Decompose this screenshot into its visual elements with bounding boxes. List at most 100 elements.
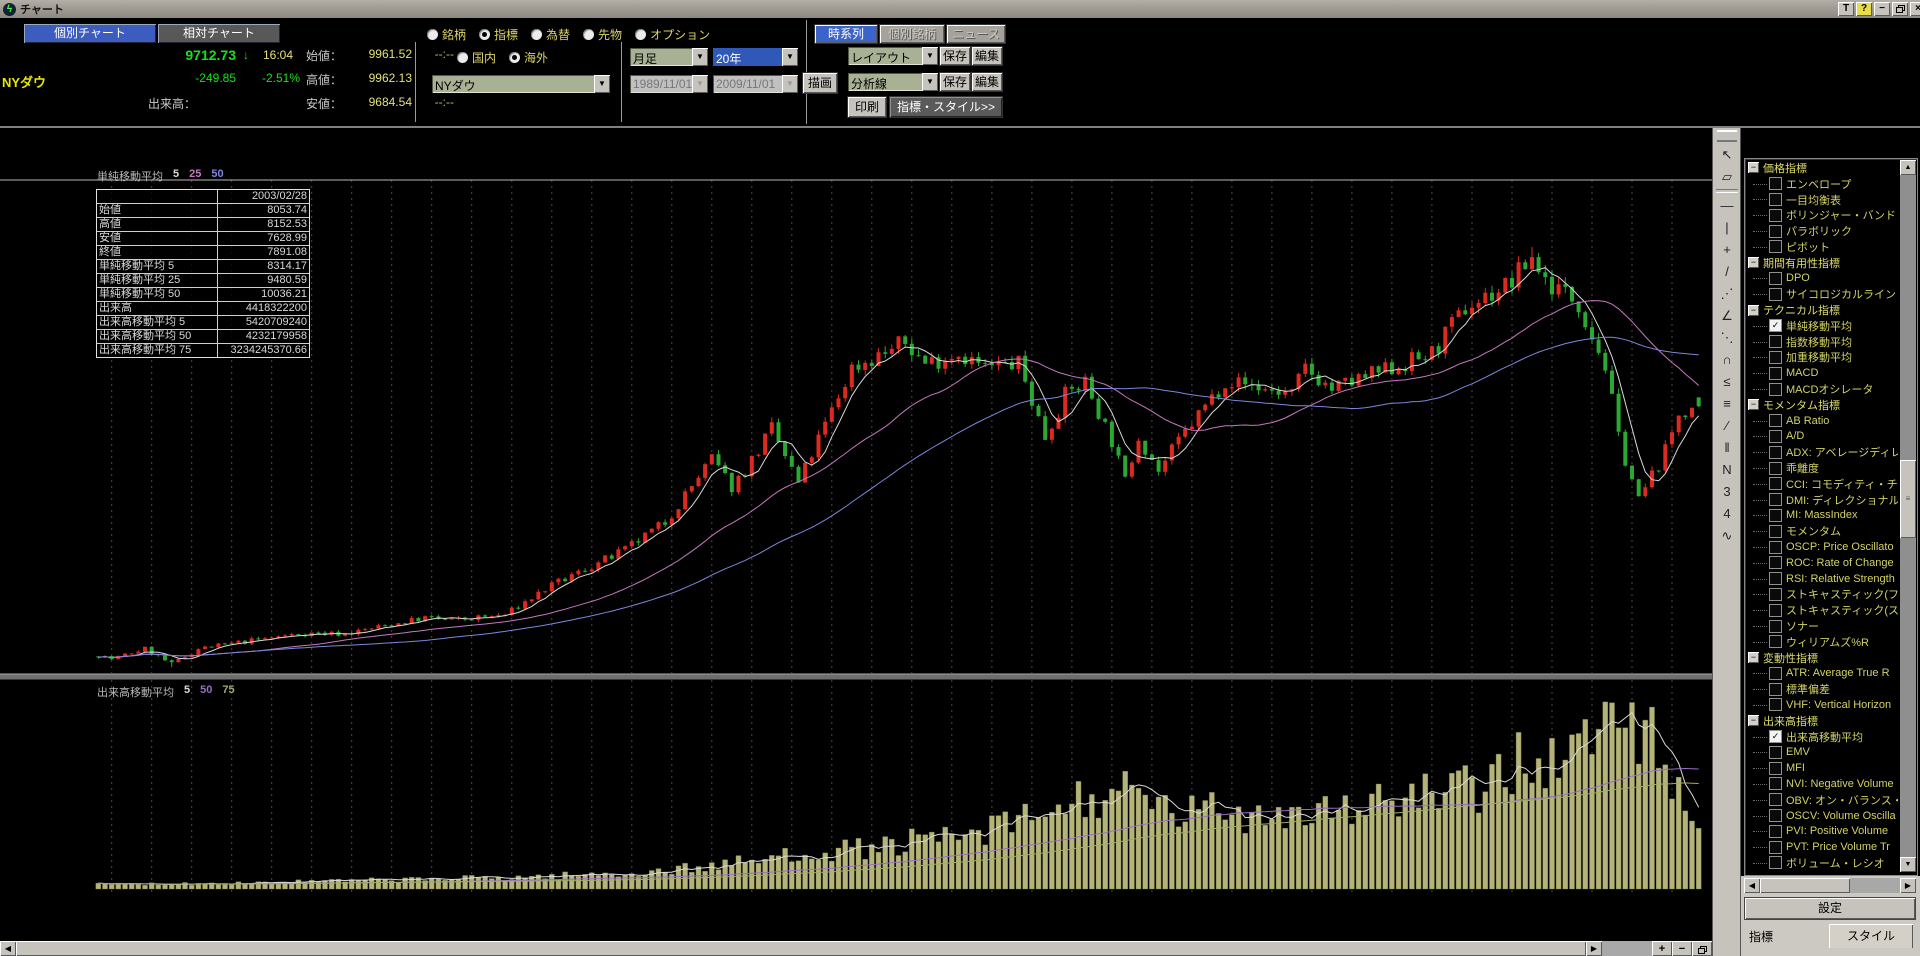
indicator-group-0[interactable]: −価格指標: [1746, 160, 1898, 176]
collapse-icon[interactable]: −: [1748, 162, 1759, 173]
draw-button[interactable]: 描画: [803, 73, 837, 93]
indicator-checkbox[interactable]: [1769, 809, 1782, 822]
indicator-checkbox[interactable]: [1769, 777, 1782, 790]
scroll-down-icon[interactable]: ▼: [1900, 857, 1916, 872]
chevron-down-icon[interactable]: ▼: [692, 48, 708, 66]
tab-style[interactable]: スタイル: [1829, 924, 1913, 948]
indicator-item[interactable]: 標準偏差: [1746, 681, 1898, 697]
indicator-checkbox[interactable]: [1769, 572, 1782, 585]
analysis-edit-button[interactable]: 編集: [972, 73, 1002, 91]
indicator-item[interactable]: DPO: [1746, 271, 1898, 287]
print-button[interactable]: 印刷: [848, 97, 886, 117]
indicator-group-2[interactable]: −テクニカル指標: [1746, 302, 1898, 318]
indicator-checkbox[interactable]: [1769, 225, 1782, 238]
collapse-icon[interactable]: −: [1748, 257, 1759, 268]
analysis-save-button[interactable]: 保存: [940, 73, 970, 91]
indicator-group-4[interactable]: −変動性指標: [1746, 650, 1898, 666]
radio-icon[interactable]: [635, 29, 646, 40]
collapse-icon[interactable]: −: [1748, 305, 1759, 316]
indicator-checkbox[interactable]: [1769, 446, 1782, 459]
parallel-channel-tool-icon[interactable]: ‖: [1716, 437, 1738, 458]
close-button[interactable]: ×: [1910, 2, 1920, 16]
indicator-checkbox[interactable]: [1769, 288, 1782, 301]
indicator-item[interactable]: ストキャスティック(ファ: [1746, 587, 1898, 603]
indicator-checkbox[interactable]: [1769, 541, 1782, 554]
indicator-item[interactable]: OSCP: Price Oscillato: [1746, 539, 1898, 555]
indicator-checkbox[interactable]: [1769, 620, 1782, 633]
indicator-checkbox[interactable]: [1769, 272, 1782, 285]
indicator-checkbox[interactable]: [1769, 525, 1782, 538]
minimize-button[interactable]: −: [1874, 2, 1890, 16]
layout-edit-button[interactable]: 編集: [972, 47, 1002, 65]
indicator-group-1[interactable]: −期間有用性指標: [1746, 255, 1898, 271]
indicator-group-5[interactable]: −出来高指標: [1746, 713, 1898, 729]
category-radio-options[interactable]: オプション: [635, 26, 710, 43]
scrollbar-thumb[interactable]: [1760, 878, 1850, 893]
indicator-item[interactable]: ボリンジャー・バンド: [1746, 207, 1898, 223]
chevron-down-icon[interactable]: ▼: [922, 47, 938, 65]
collapse-icon[interactable]: −: [1748, 399, 1759, 410]
scroll-right-icon[interactable]: ▶: [1900, 878, 1916, 893]
radio-icon[interactable]: [531, 29, 542, 40]
indicator-checkbox[interactable]: [1769, 414, 1782, 427]
date-to-select[interactable]: 2009/11/01 ▼: [713, 75, 798, 93]
indicator-checkbox[interactable]: [1769, 509, 1782, 522]
speed-resistance-tool-icon[interactable]: ≤: [1716, 371, 1738, 392]
indicator-item[interactable]: EMV: [1746, 744, 1898, 760]
region-radio-overseas[interactable]: 海外: [509, 49, 548, 66]
radio-icon[interactable]: [457, 52, 468, 63]
scrollbar-thumb[interactable]: ≡: [1900, 460, 1916, 538]
indicator-checkbox[interactable]: [1769, 430, 1782, 443]
indicator-checkbox[interactable]: [1769, 635, 1782, 648]
three-point-channel-tool-icon[interactable]: 3: [1716, 481, 1738, 502]
vertical-line-tool-icon[interactable]: |: [1716, 217, 1738, 238]
indicator-checkbox[interactable]: [1769, 683, 1782, 696]
fan-line-tool-icon[interactable]: ⋰: [1716, 283, 1738, 304]
range-select[interactable]: 20年 ▼: [713, 48, 798, 66]
tree-vertical-scrollbar[interactable]: ▲ ≡ ▼: [1900, 160, 1916, 872]
chevron-down-icon[interactable]: ▼: [782, 48, 798, 66]
indicator-item[interactable]: A/D: [1746, 429, 1898, 445]
indicator-item[interactable]: AB Ratio: [1746, 413, 1898, 429]
indicator-checkbox[interactable]: [1769, 841, 1782, 854]
collapse-icon[interactable]: −: [1748, 715, 1759, 726]
fibonacci-arc-tool-icon[interactable]: ∩: [1716, 349, 1738, 370]
indicator-checkbox[interactable]: [1769, 493, 1782, 506]
tree-horizontal-scrollbar[interactable]: ◀ ▶: [1744, 878, 1916, 893]
fibonacci-retracement-tool-icon[interactable]: ≡: [1716, 393, 1738, 414]
indicator-group-3[interactable]: −モメンタム指標: [1746, 397, 1898, 413]
scroll-left-icon[interactable]: ◀: [0, 941, 16, 956]
chevron-down-icon[interactable]: ▼: [594, 75, 610, 93]
indicator-item[interactable]: ✓出来高移動平均: [1746, 729, 1898, 745]
speed-line-tool-icon[interactable]: ⋱: [1716, 327, 1738, 348]
zigzag-line-tool-icon[interactable]: N: [1716, 459, 1738, 480]
indicator-checkbox[interactable]: [1769, 367, 1782, 380]
category-radio-forex[interactable]: 為替: [531, 26, 570, 43]
layout-select[interactable]: レイアウト ▼: [848, 47, 938, 65]
indicator-checkbox[interactable]: [1769, 477, 1782, 490]
indicator-item[interactable]: PVI: Positive Volume: [1746, 823, 1898, 839]
restore-button[interactable]: [1892, 2, 1908, 16]
indicator-checkbox[interactable]: ✓: [1769, 730, 1782, 743]
indicator-item[interactable]: MI: MassIndex: [1746, 508, 1898, 524]
indicator-item[interactable]: MFI: [1746, 760, 1898, 776]
indicator-item[interactable]: OSCV: Volume Oscilla: [1746, 808, 1898, 824]
indicator-item[interactable]: 乖離度: [1746, 460, 1898, 476]
radio-icon[interactable]: [509, 52, 520, 63]
indicator-item[interactable]: NVI: Negative Volume: [1746, 776, 1898, 792]
indicator-checkbox[interactable]: [1769, 746, 1782, 759]
period-select[interactable]: 月足 ▼: [630, 48, 708, 66]
indicator-item[interactable]: 一目均衡表: [1746, 192, 1898, 208]
tab-individual-chart[interactable]: 個別チャート: [24, 24, 156, 43]
indicator-checkbox[interactable]: [1769, 588, 1782, 601]
indicator-checkbox[interactable]: [1769, 383, 1782, 396]
indicator-item[interactable]: PVT: Price Volume Tr: [1746, 839, 1898, 855]
indicator-item[interactable]: VHF: Vertical Horizon: [1746, 697, 1898, 713]
indicator-checkbox[interactable]: [1769, 240, 1782, 253]
indicator-checkbox[interactable]: ✓: [1769, 319, 1782, 332]
horizontal-line-tool-icon[interactable]: —: [1716, 195, 1738, 216]
indicator-item[interactable]: 加重移動平均: [1746, 350, 1898, 366]
indicator-checkbox[interactable]: [1769, 209, 1782, 222]
indicator-checkbox[interactable]: [1769, 351, 1782, 364]
scroll-right-icon[interactable]: ▶: [1586, 941, 1602, 956]
